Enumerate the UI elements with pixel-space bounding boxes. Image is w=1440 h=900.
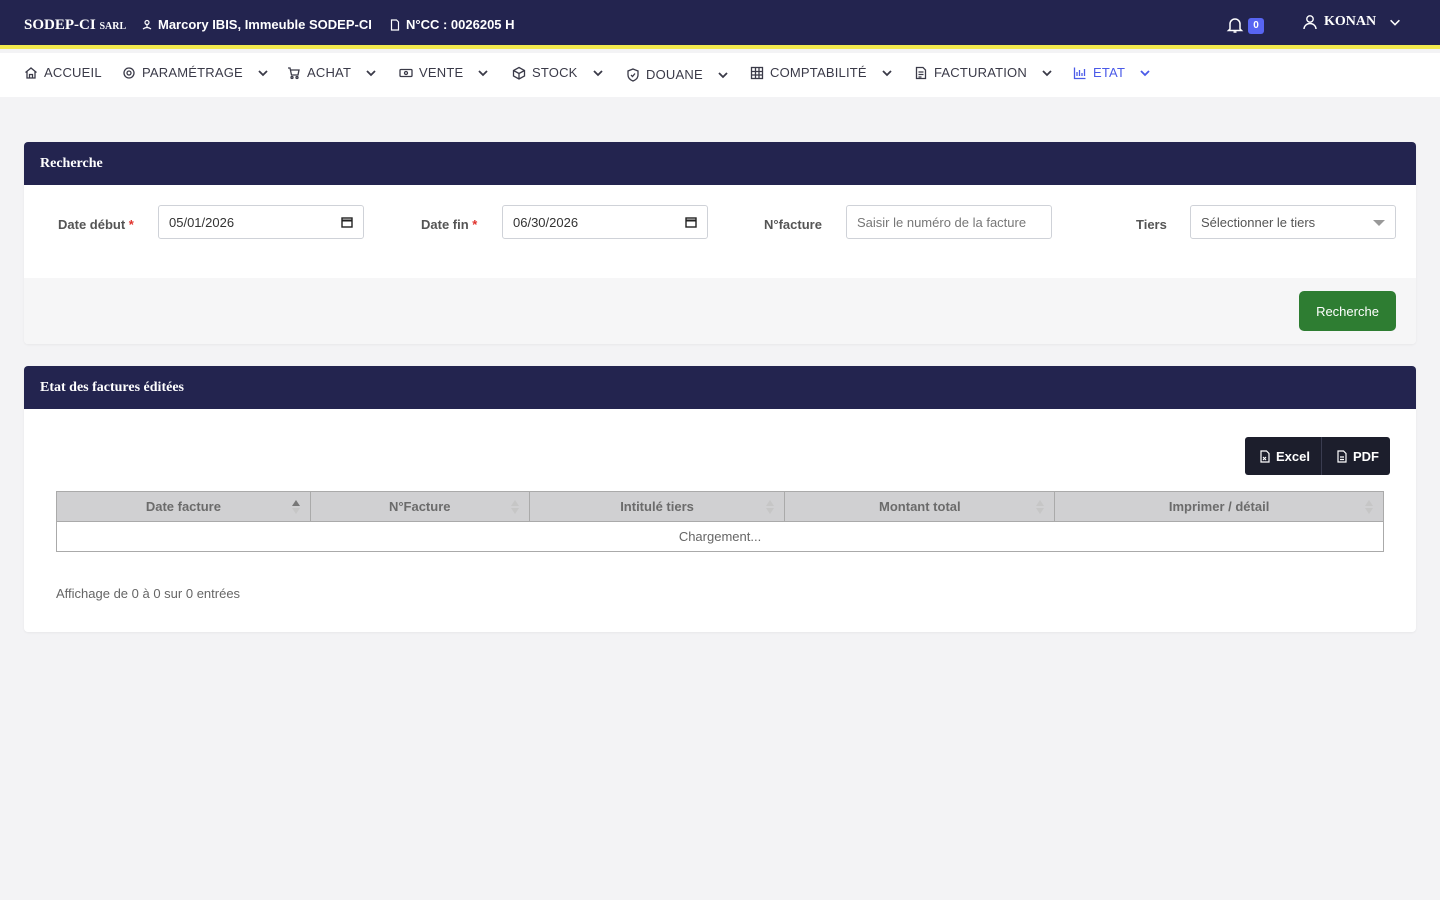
column-intitule-tiers[interactable]: Intitulé tiers [528, 491, 786, 522]
nav-comptabilite[interactable]: COMPTABILITÉ [750, 65, 893, 80]
table-row: Chargement... [56, 521, 1384, 552]
loading-message: Chargement... [56, 521, 1384, 552]
date-fin-input[interactable]: 06/30/2026 [502, 205, 708, 239]
date-debut-input[interactable]: 05/01/2026 [158, 205, 364, 239]
nav-douane[interactable]: DOUANE [626, 67, 729, 82]
nav-vente[interactable]: VENTE [399, 65, 489, 80]
export-buttons: Excel PDF [1245, 437, 1390, 475]
sort-icon [1036, 500, 1045, 514]
box-icon [512, 66, 526, 80]
sort-icon [1365, 500, 1373, 514]
chevron-down-icon [478, 69, 488, 76]
sort-icon [510, 500, 519, 514]
search-card: Recherche Date début * 05/01/2026 Date f… [24, 142, 1416, 344]
chevron-down-icon [1140, 69, 1150, 76]
search-card-title: Recherche [24, 142, 1416, 185]
chevron-down-icon [1390, 19, 1401, 26]
notification-count-badge: 0 [1248, 18, 1264, 34]
home-icon [25, 66, 37, 79]
column-date-facture[interactable]: Date facture [56, 491, 311, 522]
nav-facturation[interactable]: FACTURATION [914, 65, 1053, 80]
chevron-down-icon [882, 69, 892, 76]
excel-button[interactable]: Excel [1245, 437, 1321, 475]
user-name: KONAN [1324, 14, 1377, 29]
grid-icon [750, 66, 764, 79]
search-card-footer: Recherche [24, 278, 1416, 344]
notifications-button[interactable]: 0 [1226, 15, 1266, 37]
column-imprimer-detail[interactable]: Imprimer / détail [1054, 491, 1384, 522]
table-header-row: Date facture N°Facture Intitulé tiers Mo… [56, 491, 1384, 522]
chevron-down-icon [718, 71, 728, 78]
invoice-icon [915, 66, 927, 79]
nav-accueil[interactable]: ACCUEIL [24, 65, 102, 80]
nav-parametrage[interactable]: PARAMÉTRAGE [122, 65, 269, 80]
column-nfacture[interactable]: N°Facture [309, 491, 530, 522]
invoices-card: Etat des factures éditées Excel PDF Date… [24, 366, 1416, 632]
table-info: Affichage de 0 à 0 sur 0 entrées [56, 586, 241, 601]
date-debut-label: Date début * [58, 217, 134, 232]
calendar-icon[interactable] [685, 216, 697, 228]
company-ncc: N°CC : 0026205 H [389, 17, 515, 32]
invoices-card-title: Etat des factures éditées [24, 366, 1416, 409]
chevron-down-icon [258, 69, 268, 76]
gear-icon [123, 66, 135, 79]
date-fin-label: Date fin * [421, 217, 478, 232]
caret-down-icon [1373, 220, 1385, 226]
location-icon [142, 19, 152, 29]
sort-icon [766, 500, 775, 514]
nfacture-input[interactable]: Saisir le numéro de la facture [846, 205, 1052, 239]
nav-etat[interactable]: ETAT [1073, 65, 1151, 80]
search-button[interactable]: Recherche [1299, 291, 1396, 331]
calendar-icon[interactable] [341, 216, 353, 228]
user-icon [1303, 15, 1317, 30]
main-nav: ACCUEIL PARAMÉTRAGE ACHAT VENTE STOCK DO… [0, 53, 1440, 97]
chevron-down-icon [366, 69, 376, 76]
tiers-select[interactable]: Sélectionner le tiers [1190, 205, 1396, 239]
pdf-button[interactable]: PDF [1320, 437, 1390, 475]
sort-asc-icon [291, 500, 300, 514]
cash-icon [399, 68, 413, 77]
company-address: Marcory IBIS, Immeuble SODEP-CI [141, 17, 372, 32]
bell-icon [1226, 18, 1244, 33]
file-excel-icon [1260, 449, 1270, 463]
file-pdf-icon [1337, 449, 1347, 463]
column-montant-total[interactable]: Montant total [784, 491, 1056, 522]
tiers-label: Tiers [1136, 217, 1167, 232]
nav-stock[interactable]: STOCK [512, 65, 604, 80]
user-menu[interactable]: KONAN [1302, 14, 1402, 30]
invoices-table: Date facture N°Facture Intitulé tiers Mo… [56, 491, 1384, 552]
brand-name: SODEP-CI SARL [24, 17, 127, 33]
bar-chart-icon [1073, 67, 1086, 79]
nfacture-label: N°facture [764, 217, 822, 232]
chevron-down-icon [1042, 69, 1052, 76]
top-bar: SODEP-CI SARL Marcory IBIS, Immeuble SOD… [0, 0, 1440, 49]
cart-icon [288, 66, 300, 79]
shield-icon [627, 67, 639, 82]
document-icon [390, 18, 400, 31]
nav-achat[interactable]: ACHAT [287, 65, 377, 80]
chevron-down-icon [592, 69, 603, 76]
